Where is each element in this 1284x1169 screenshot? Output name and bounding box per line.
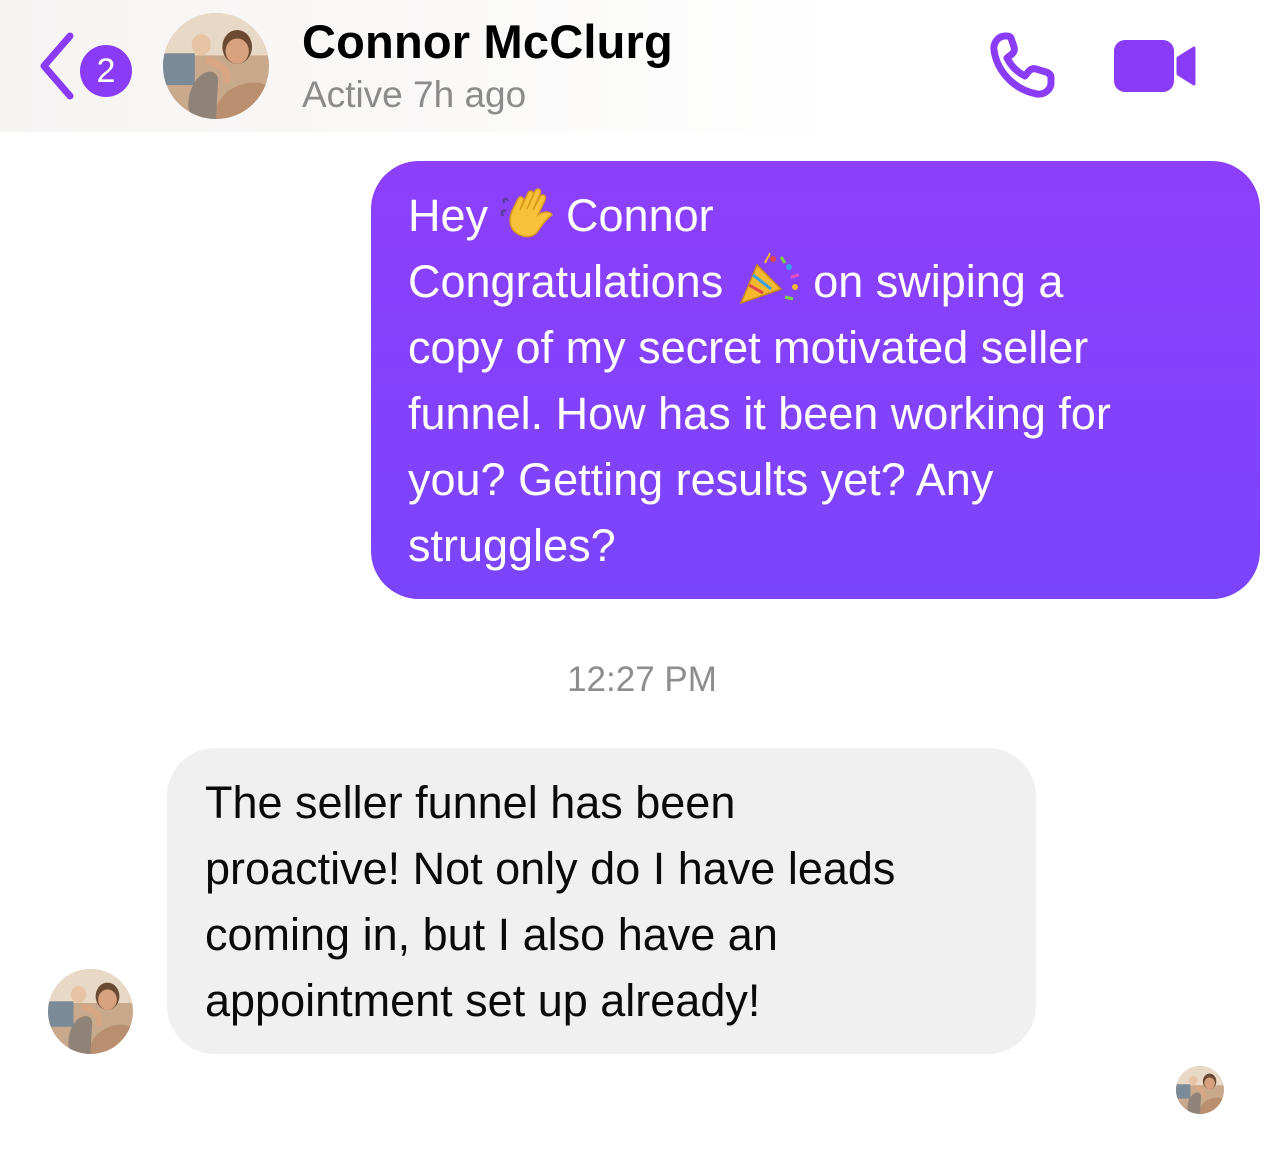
message-text: on swiping a: [813, 256, 1064, 307]
contact-name[interactable]: Connor McClurg: [302, 14, 673, 69]
message-line: you? Getting results yet? Any: [408, 454, 994, 505]
message-line: copy of my secret motivated seller: [408, 322, 1089, 373]
chat-header: 2 Connor McClurg Active 7h ago: [0, 0, 1284, 132]
message-line: The seller funnel has been: [205, 777, 736, 828]
sender-avatar[interactable]: [48, 969, 133, 1054]
phone-icon: [990, 32, 1055, 98]
incoming-message-bubble[interactable]: The seller funnel has been proactive! No…: [167, 748, 1036, 1054]
active-status: Active 7h ago: [302, 74, 527, 115]
message-line: coming in, but I also have an: [205, 909, 778, 960]
waving-hand-icon: [501, 188, 553, 238]
message-line: funnel. How has it been working for: [408, 388, 1111, 439]
unread-count-badge: 2: [80, 45, 132, 97]
video-call-button[interactable]: [1112, 38, 1198, 94]
messenger-chat-screen: 2 Connor McClurg Active 7h ago Hey Conno…: [0, 0, 1284, 1169]
read-receipt-avatar: [1176, 1066, 1224, 1114]
back-button[interactable]: 2: [34, 30, 138, 102]
message-text: Hey: [408, 190, 489, 241]
message-timestamp: 12:27 PM: [567, 660, 717, 699]
outgoing-message-bubble[interactable]: Hey Connor Congratulations on swiping a …: [371, 161, 1260, 599]
contact-avatar[interactable]: [163, 13, 269, 119]
message-line: Congratulations on swiping a: [408, 249, 1230, 315]
message-line: proactive! Not only do I have leads: [205, 843, 896, 894]
avatar-image: [163, 13, 269, 119]
message-text: Connor: [566, 190, 714, 241]
message-text: Congratulations: [408, 256, 724, 307]
avatar-image: [1176, 1066, 1224, 1114]
message-line: appointment set up already!: [205, 975, 761, 1026]
message-line: struggles?: [408, 520, 616, 571]
message-line: Hey Connor: [408, 183, 1230, 249]
video-camera-icon: [1114, 40, 1196, 92]
audio-call-button[interactable]: [985, 30, 1061, 102]
party-popper-icon: [739, 253, 800, 305]
chevron-left-icon: [40, 32, 74, 100]
avatar-image: [48, 969, 133, 1054]
